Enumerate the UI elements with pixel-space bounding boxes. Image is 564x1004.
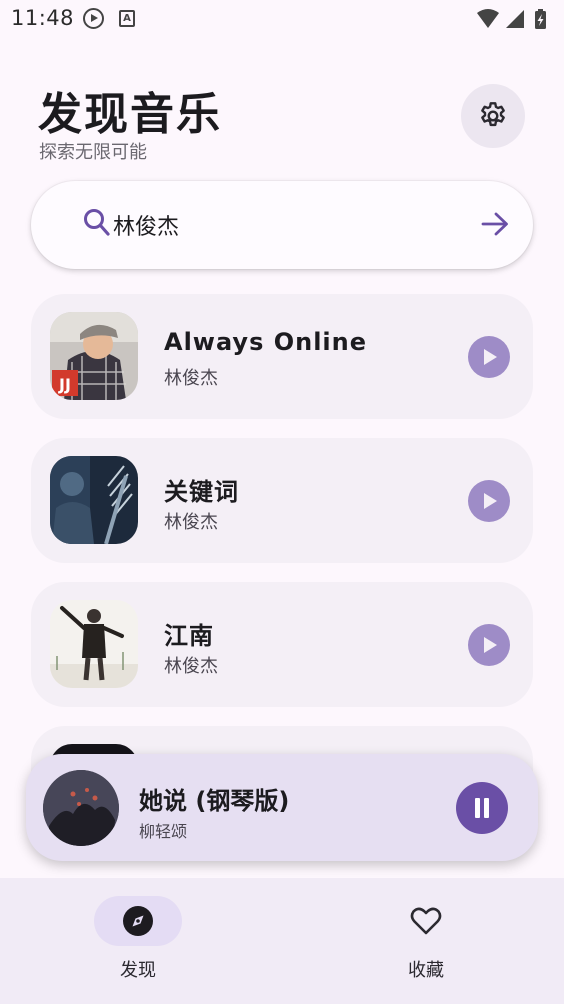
song-title: 关键词 [164,478,239,506]
nav-label: 收藏 [408,960,444,981]
song-card[interactable]: 关键词 林俊杰 [31,438,533,563]
notification-a-icon: A [119,10,135,27]
album-cover [50,600,138,688]
now-playing-cover [43,770,119,846]
signal-icon [506,10,524,28]
song-title: 江南 [164,622,214,650]
nav-label: 发现 [120,960,156,981]
screen: 11:48 A 发现音乐 探索无限可能 林俊杰 JJ Always Online… [0,0,564,1004]
pause-button[interactable] [456,782,508,834]
battery-icon [535,9,546,29]
nav-item-discover[interactable]: 发现 [68,896,208,986]
nav-indicator [94,896,182,946]
album-cover [50,456,138,544]
album-cover: JJ [50,312,138,400]
search-input[interactable] [113,203,443,247]
page-title: 发现音乐 [38,89,222,140]
song-card[interactable]: JJ Always Online 林俊杰 [31,294,533,419]
song-artist: 林俊杰 [164,512,218,533]
search-bar[interactable] [31,181,533,269]
bottom-navigation: 发现 收藏 [0,878,564,1004]
compass-icon [123,906,153,936]
nav-indicator [382,896,470,946]
status-time: 11:48 [11,6,75,30]
heart-icon [410,907,442,935]
media-playing-icon [83,8,104,29]
search-icon [84,209,110,236]
now-playing-bar[interactable]: 她说 (钢琴版) 柳轻颂 [26,754,538,861]
arrow-right-icon [481,212,508,236]
gear-icon [481,102,505,127]
settings-button[interactable] [461,84,525,148]
status-icons [477,9,546,29]
svg-text:JJ: JJ [58,375,71,394]
song-artist: 林俊杰 [164,368,218,389]
song-card[interactable]: 江南 林俊杰 [31,582,533,707]
status-bar: 11:48 A [0,0,564,38]
nav-item-favorites[interactable]: 收藏 [356,896,496,986]
song-artist: 林俊杰 [164,656,218,677]
now-playing-artist: 柳轻颂 [139,822,188,841]
now-playing-title: 她说 (钢琴版) [139,787,290,815]
song-title: Always Online [164,328,368,356]
play-button[interactable] [468,480,510,522]
search-submit-button[interactable] [477,206,513,242]
wifi-icon [477,9,499,28]
page-subtitle: 探索无限可能 [39,142,147,163]
play-button[interactable] [468,336,510,378]
play-button[interactable] [468,624,510,666]
